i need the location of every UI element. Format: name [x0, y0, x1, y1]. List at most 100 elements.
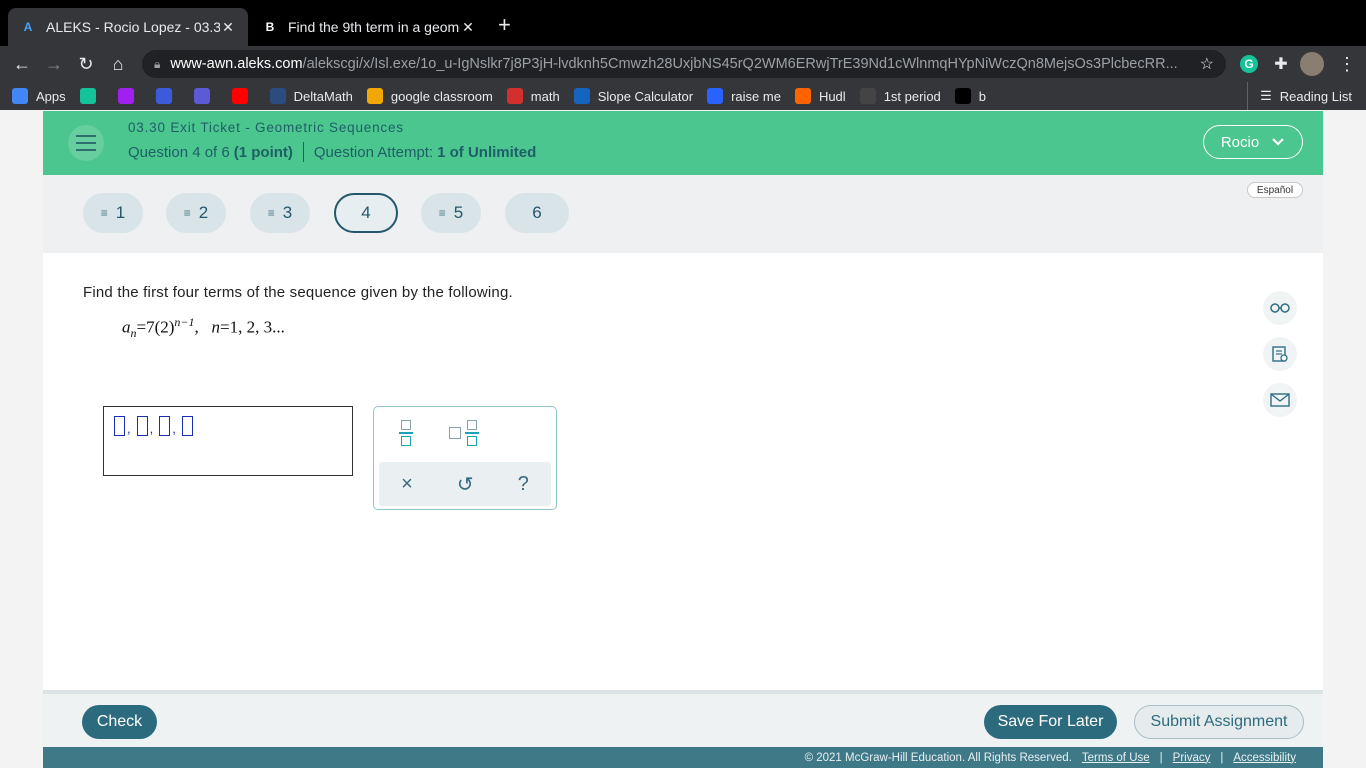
bookmark-1st-period[interactable]: 1st period [859, 88, 941, 104]
browser-tab-bar: A ALEKS - Rocio Lopez - 03.30 E ✕ B Find… [0, 0, 1366, 46]
close-tab-icon[interactable]: ✕ [460, 19, 476, 36]
aleks-favicon-icon: A [23, 20, 33, 34]
bookmark-label: math [530, 88, 560, 104]
submit-assignment-button[interactable]: Submit Assignment [1134, 705, 1304, 739]
privacy-link[interactable]: Privacy [1173, 752, 1211, 764]
browser-toolbar: ← → ↻ ⌂ 🔒︎ www-awn.aleks.com /alekscgi/x… [0, 46, 1366, 82]
divider [302, 142, 304, 162]
reading-list-button[interactable]: ☰ Reading List [1247, 82, 1352, 110]
bookmark-apps[interactable]: Apps [12, 88, 66, 104]
fraction-icon[interactable] [398, 420, 414, 446]
math-icon [506, 88, 523, 104]
hamburger-menu-icon[interactable] [68, 125, 104, 161]
comma: , [149, 421, 154, 436]
answer-slots: , , , [114, 416, 195, 436]
keypad-actions: × ↺ ? [379, 462, 551, 506]
bookmark-slope-calculator[interactable]: Slope Calculator [573, 88, 694, 104]
hudl-icon [794, 88, 811, 104]
s-icon [155, 88, 172, 104]
mixed-number-icon[interactable] [449, 420, 480, 446]
terms-link[interactable]: Terms of Use [1082, 752, 1150, 764]
bookmark-star-icon[interactable]: ☆ [1200, 54, 1214, 74]
bookmark-b[interactable]: b [954, 88, 987, 104]
browser-menu-icon[interactable]: ⋮ [1334, 51, 1360, 77]
bookmark-label: b [978, 88, 987, 104]
question-number: 2 [198, 203, 209, 222]
bookmark-hudl[interactable]: Hudl [794, 88, 846, 104]
answer-slot-1[interactable] [114, 416, 125, 436]
lock-icon: 🔒︎ [154, 56, 161, 71]
extensions-puzzle-icon[interactable]: ✚ [1268, 51, 1294, 77]
close-tab-icon[interactable]: ✕ [220, 19, 236, 36]
q-icon [193, 88, 210, 104]
check-button[interactable]: Check [82, 705, 157, 739]
save-for-later-button[interactable]: Save For Later [984, 705, 1117, 739]
formula-domain: =1, 2, 3... [220, 317, 285, 337]
book-icon [859, 88, 876, 104]
comma: , [172, 421, 176, 436]
bookmark-math[interactable]: math [506, 88, 560, 104]
comma: , [127, 421, 131, 436]
language-toggle-button[interactable]: Español [1247, 182, 1303, 198]
f-icon [117, 88, 134, 104]
url-host: www-awn.aleks.com [170, 56, 303, 72]
question-navigation: ≡ 1 ≡ 2 ≡ 3 4 ≡ 5 6 Español [43, 175, 1323, 253]
bookmark-grammarly[interactable] [79, 88, 104, 104]
address-bar[interactable]: 🔒︎ www-awn.aleks.com /alekscgi/x/Isl.exe… [142, 50, 1226, 78]
mail-icon[interactable] [1263, 383, 1297, 417]
question-button-1[interactable]: ≡ 1 [83, 193, 143, 233]
answer-slot-3[interactable] [159, 416, 171, 436]
clear-icon[interactable]: × [401, 473, 413, 496]
bookmark-q[interactable] [193, 88, 218, 104]
formula-var: a [122, 317, 131, 337]
question-button-2[interactable]: ≡ 2 [166, 193, 226, 233]
sequence-formula: an=7(2)n−1, n=1, 2, 3... [122, 315, 285, 341]
question-button-4[interactable]: 4 [334, 193, 398, 233]
browser-tab-brainly[interactable]: B Find the 9th term in a geometri ✕ [250, 8, 488, 46]
formula-exponent: n−1 [174, 315, 195, 329]
assignment-title: 03.30 Exit Ticket - Geometric Sequences [128, 120, 404, 135]
bookmark-s[interactable] [155, 88, 180, 104]
question-button-5[interactable]: ≡ 5 [421, 193, 481, 233]
undo-icon[interactable]: ↺ [457, 472, 474, 497]
b-icon [954, 88, 971, 104]
question-info: Question 4 of 6 (1 point) Question Attem… [128, 142, 536, 162]
url-path: /alekscgi/x/Isl.exe/1o_u-IgNslkr7j8P3jH-… [302, 56, 1178, 72]
question-number: 5 [453, 203, 464, 222]
textbook-icon[interactable] [1263, 337, 1297, 371]
back-arrow-icon[interactable]: ← [6, 54, 38, 75]
bookmark-google-classroom[interactable]: google classroom [366, 88, 493, 104]
keypad-templates [374, 407, 556, 459]
grammarly-extension-icon[interactable]: G [1236, 51, 1262, 77]
reload-icon[interactable]: ↻ [70, 54, 102, 75]
answer-input-box[interactable]: , , , [103, 406, 353, 476]
help-icon[interactable]: ? [518, 473, 529, 496]
forward-arrow-icon[interactable]: → [38, 54, 70, 75]
answer-slot-2[interactable] [136, 416, 148, 436]
slope-icon [573, 88, 590, 104]
new-tab-button[interactable]: + [498, 12, 511, 38]
bookmark-youtube[interactable] [231, 88, 256, 104]
assignment-header: 03.30 Exit Ticket - Geometric Sequences … [43, 111, 1323, 175]
glasses-icon[interactable] [1263, 291, 1297, 325]
question-button-6[interactable]: 6 [505, 193, 569, 233]
bookmark-label: Slope Calculator [597, 88, 694, 104]
accessibility-link[interactable]: Accessibility [1233, 752, 1296, 764]
bookmark-raise-me[interactable]: raise me [707, 88, 781, 104]
apps-grid-icon [12, 88, 28, 104]
question-button-3[interactable]: ≡ 3 [250, 193, 310, 233]
divider: | [1220, 751, 1224, 764]
bookmark-label: Apps [36, 88, 66, 104]
action-footer: Check Save For Later Submit Assignment [43, 690, 1323, 747]
bookmark-label: 1st period [883, 88, 941, 104]
answered-lines-icon: ≡ [183, 206, 191, 220]
bookmark-f[interactable] [117, 88, 142, 104]
browser-tab-aleks[interactable]: A ALEKS - Rocio Lopez - 03.30 E ✕ [8, 8, 248, 46]
formula-sep: , [194, 317, 199, 337]
bookmark-deltamath[interactable]: DeltaMath [269, 88, 353, 104]
answer-slot-4[interactable] [181, 416, 193, 436]
home-icon[interactable]: ⌂ [102, 54, 134, 75]
formula-rhs: =7(2) [136, 317, 175, 337]
user-menu-button[interactable]: Rocio [1203, 125, 1303, 159]
profile-avatar[interactable] [1299, 51, 1325, 77]
